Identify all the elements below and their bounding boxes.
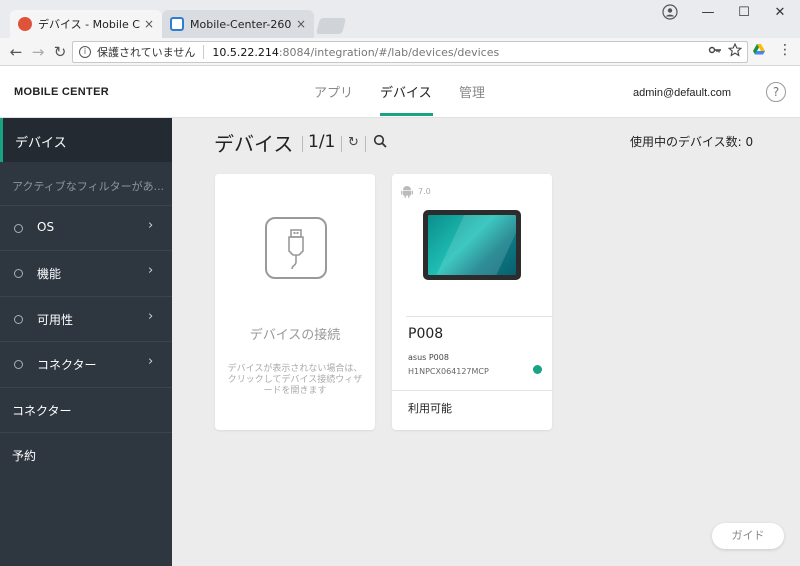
drive-icon[interactable] bbox=[752, 43, 766, 57]
sidebar-item-label: コネクター bbox=[12, 404, 72, 418]
browser-tab-devices[interactable]: デバイス - Mobile Center × bbox=[10, 10, 162, 38]
search-icon[interactable] bbox=[373, 134, 387, 148]
device-name: P008 bbox=[408, 326, 444, 342]
url-path: :8084/integration/#/lab/devices/devices bbox=[278, 45, 500, 59]
sidebar-title: デバイス bbox=[0, 118, 172, 162]
forward-button[interactable]: → bbox=[28, 42, 48, 62]
browser-navbar: ← → ↻ i 保護されていません 10.5.22.214 :8084/inte… bbox=[0, 38, 800, 66]
close-window-button[interactable]: ✕ bbox=[762, 0, 798, 26]
user-menu[interactable]: admin@default.com bbox=[633, 87, 731, 99]
title-separator bbox=[302, 136, 303, 152]
tab-close-icon[interactable]: × bbox=[140, 17, 158, 31]
sidebar-item-label: 可用性 bbox=[37, 313, 74, 327]
connect-device-description: デバイスが表示されない場合は、クリックしてデバイス接続ウィザードを開きます bbox=[227, 364, 363, 396]
sidebar-filter-availability[interactable]: 可用性 › bbox=[0, 296, 172, 341]
chevron-right-icon: › bbox=[148, 263, 154, 278]
active-filter-text[interactable]: アクティブなフィルターがあ... bbox=[12, 178, 164, 194]
sidebar-item-reservations[interactable]: 予約 bbox=[0, 432, 172, 477]
browser-titlebar: デバイス - Mobile Center × Mobile-Center-260… bbox=[0, 0, 800, 38]
app-header: MOBILE CENTER アプリ デバイス 管理 admin@default.… bbox=[0, 66, 800, 118]
address-bar[interactable]: i 保護されていません 10.5.22.214 :8084/integratio… bbox=[72, 41, 748, 63]
sidebar-item-label: 予約 bbox=[12, 449, 37, 463]
reload-button[interactable]: ↻ bbox=[50, 42, 70, 62]
tab-title: Mobile-Center-260 | App bbox=[190, 17, 292, 31]
android-icon bbox=[401, 186, 413, 198]
tab-devices[interactable]: デバイス bbox=[380, 82, 432, 101]
page-title: デバイス bbox=[214, 132, 294, 156]
back-button[interactable]: ← bbox=[6, 42, 26, 62]
status-indicator bbox=[533, 365, 542, 374]
radio-icon bbox=[14, 315, 23, 324]
device-serial: H1NPCX064127MCP bbox=[408, 367, 489, 376]
menu-icon[interactable]: ⋮ bbox=[778, 43, 792, 57]
tab-close-icon[interactable]: × bbox=[292, 17, 310, 31]
maximize-button[interactable]: ☐ bbox=[726, 0, 762, 26]
sidebar-item-label: OS bbox=[37, 220, 55, 234]
device-card[interactable]: 7.0 P008 asus P008 H1NPCX064127MCP 利用可能 bbox=[392, 174, 552, 430]
info-icon[interactable]: i bbox=[79, 46, 91, 58]
card-divider bbox=[406, 316, 552, 317]
tab-title: デバイス - Mobile Center bbox=[38, 18, 140, 31]
guide-button[interactable]: ガイド bbox=[712, 523, 784, 549]
chevron-right-icon: › bbox=[148, 218, 154, 233]
profile-icon[interactable] bbox=[662, 4, 678, 20]
star-icon[interactable] bbox=[728, 43, 742, 57]
sidebar-filter-os[interactable]: OS › bbox=[0, 205, 172, 250]
security-status: 保護されていません bbox=[97, 46, 196, 59]
sidebar-title-label: デバイス bbox=[15, 136, 67, 151]
tab-admin[interactable]: 管理 bbox=[459, 82, 485, 101]
radio-icon bbox=[14, 360, 23, 369]
minimize-button[interactable]: — bbox=[690, 0, 726, 26]
url-host: 10.5.22.214 bbox=[212, 45, 279, 59]
sidebar-item-connectors[interactable]: コネクター bbox=[0, 387, 172, 432]
radio-icon bbox=[14, 224, 23, 233]
title-separator bbox=[365, 136, 366, 152]
new-tab-button[interactable] bbox=[315, 18, 347, 34]
help-button[interactable]: ? bbox=[766, 82, 786, 102]
brand-logo: MOBILE CENTER bbox=[14, 86, 109, 98]
app-favicon-icon bbox=[170, 17, 184, 31]
devices-in-use-counter: 使用中のデバイス数: 0 bbox=[630, 135, 754, 149]
connect-device-card[interactable]: デバイスの接続 デバイスが表示されない場合は、クリックしてデバイス接続ウィザード… bbox=[215, 174, 375, 430]
browser-tab-app[interactable]: Mobile-Center-260 | App × bbox=[162, 10, 314, 38]
title-separator bbox=[341, 136, 342, 152]
chevron-right-icon: › bbox=[148, 354, 154, 369]
usb-connect-icon bbox=[265, 217, 327, 279]
mobile-center-favicon-icon bbox=[18, 17, 32, 31]
device-status-label: 利用可能 bbox=[408, 402, 452, 415]
sidebar-filter-features[interactable]: 機能 › bbox=[0, 250, 172, 295]
sidebar-filter-connector[interactable]: コネクター › bbox=[0, 341, 172, 386]
card-divider bbox=[392, 390, 552, 391]
usb-plug-icon bbox=[288, 229, 304, 270]
sidebar: デバイス アクティブなフィルターがあ... OS › 機能 › 可用性 › コネ… bbox=[0, 118, 172, 566]
device-screen bbox=[428, 215, 516, 275]
main-content: デバイス 1/1 ↻ 使用中のデバイス数: 0 デバイスの接続 デバイスが表示さ… bbox=[172, 118, 800, 566]
key-icon[interactable] bbox=[708, 43, 722, 57]
tab-apps[interactable]: アプリ bbox=[314, 82, 353, 101]
os-version: 7.0 bbox=[418, 187, 431, 196]
sidebar-item-label: コネクター bbox=[37, 358, 97, 372]
device-image bbox=[423, 210, 521, 280]
radio-icon bbox=[14, 269, 23, 278]
active-tab-indicator bbox=[380, 113, 433, 116]
device-model: asus P008 bbox=[408, 353, 449, 362]
address-separator bbox=[203, 45, 205, 59]
refresh-icon[interactable]: ↻ bbox=[348, 135, 359, 150]
chevron-right-icon: › bbox=[148, 309, 154, 324]
connect-device-title: デバイスの接続 bbox=[249, 328, 341, 343]
sidebar-item-label: 機能 bbox=[37, 267, 62, 281]
device-count: 1/1 bbox=[308, 132, 336, 152]
